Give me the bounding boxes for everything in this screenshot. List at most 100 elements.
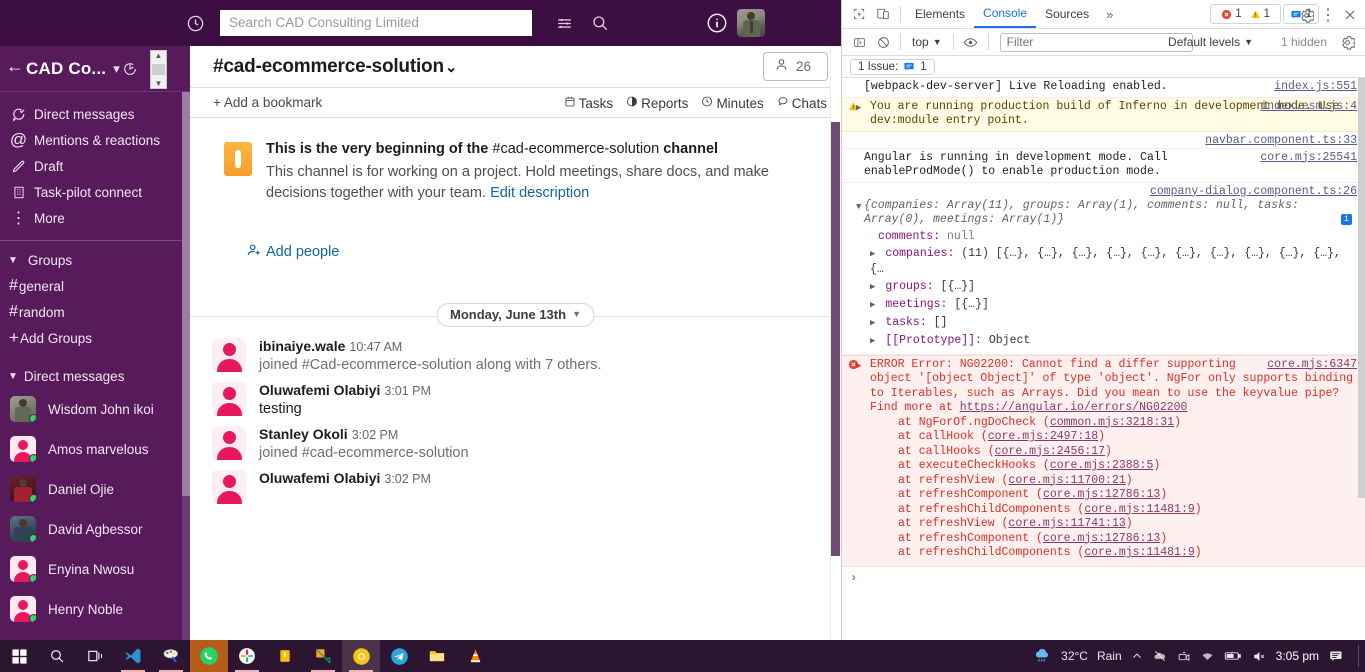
back-arrow-icon[interactable]: ← (6, 57, 24, 81)
battery-charging-icon[interactable] (1224, 650, 1242, 662)
explorer-button[interactable] (418, 640, 456, 672)
groups-section-header[interactable]: ▼ Groups (0, 247, 190, 273)
triangle-down-icon[interactable]: ▼ (8, 255, 18, 266)
members-button[interactable]: 26 (763, 52, 828, 81)
gear-icon[interactable] (1335, 30, 1359, 54)
channel-scrollbar-track[interactable] (830, 46, 841, 640)
expand-triangle-icon[interactable]: ▶ (870, 300, 875, 310)
keeper-button[interactable] (266, 640, 304, 672)
issue-chip[interactable]: 1 Issue: 1 (850, 58, 935, 75)
chevron-down-icon[interactable]: ▼ (572, 309, 581, 319)
vscode-button[interactable] (114, 640, 152, 672)
tool-chats[interactable]: Chats (777, 95, 827, 111)
clear-console-icon[interactable] (871, 30, 895, 54)
search-input[interactable] (220, 10, 532, 36)
message-author[interactable]: Oluwafemi Olabiyi (259, 382, 380, 398)
dm-item-david-agbessor[interactable]: David Agbessor (0, 509, 190, 549)
search-button[interactable] (38, 640, 76, 672)
add-people-button[interactable]: Add people (246, 242, 841, 262)
sidebar-item-task-pilot-connect[interactable]: Task-pilot connect (0, 179, 190, 205)
object-property[interactable]: ▶ meetings: [{…}] (864, 296, 1357, 314)
compose-icon[interactable] (122, 61, 138, 77)
filter-sliders-icon[interactable] (556, 15, 573, 32)
volume-muted-icon[interactable] (1251, 650, 1267, 663)
expand-triangle-icon[interactable]: ▶ (856, 101, 861, 116)
console-source-link[interactable]: index.js:551 (1274, 80, 1357, 95)
add-groups-button[interactable]: + Add Groups (0, 325, 190, 351)
telegram-button[interactable] (380, 640, 418, 672)
more-vertical-icon[interactable]: ⋮ (1316, 3, 1340, 27)
stack-link[interactable]: core.mjs:11481:9 (1084, 503, 1194, 516)
camera-icon[interactable] (1177, 650, 1191, 663)
date-divider-pill[interactable]: Monday, June 13th ▼ (436, 302, 595, 327)
expand-triangle-icon[interactable]: ▶ (870, 336, 875, 346)
sidebar-item-direct-messages[interactable]: Direct messages (0, 101, 190, 127)
close-icon[interactable] (1338, 3, 1362, 27)
dm-item-daniel-ojie[interactable]: Daniel Ojie (0, 469, 190, 509)
paint-button[interactable] (152, 640, 190, 672)
chevron-double-right-icon[interactable]: » (1098, 7, 1121, 22)
stack-link[interactable]: core.mjs:11741:13 (1008, 517, 1125, 530)
message-author[interactable]: Stanley Okoli (259, 426, 348, 442)
console-source-link[interactable]: index.esm.js:4 (1260, 100, 1357, 115)
tab-elements[interactable]: Elements (906, 0, 974, 28)
start-button[interactable] (0, 640, 38, 672)
console-source-link[interactable]: navbar.component.ts:33 (1205, 134, 1357, 149)
console-filter-input[interactable] (999, 32, 1193, 52)
console-warning-row[interactable]: ▶ You are running production build of In… (842, 97, 1365, 132)
message-author[interactable]: ibinaiye.wale (259, 338, 345, 354)
console-log-row[interactable]: [webpack-dev-server] Live Reloading enab… (842, 78, 1365, 98)
log-levels-selector[interactable]: Default levels ▼ (1168, 35, 1253, 49)
expand-triangle-icon[interactable]: ▶ (870, 318, 875, 328)
console-log-row[interactable]: Angular is running in development mode. … (842, 149, 1365, 183)
console-source-link[interactable]: company-dialog.component.ts:26 (1150, 185, 1357, 200)
stack-link[interactable]: core.mjs:11700:21 (1008, 474, 1125, 487)
info-badge-icon[interactable]: i (1340, 214, 1352, 225)
message-author[interactable]: Oluwafemi Olabiyi (259, 470, 380, 486)
edit-description-link[interactable]: Edit description (490, 185, 589, 201)
execution-context-selector[interactable]: top ▼ (906, 35, 948, 49)
expand-triangle-icon[interactable]: ▶ (870, 249, 875, 259)
stack-link[interactable]: core.mjs:12786:13 (1043, 532, 1160, 545)
dm-item-amos-marvelous[interactable]: Amos marvelous (0, 429, 190, 469)
object-property[interactable]: ▶ groups: [{…}] (864, 278, 1357, 296)
object-property[interactable]: ▶ companies: (11) [{…}, {…}, {…}, {…}, {… (864, 245, 1357, 278)
object-property[interactable]: ▶ [[Prototype]]: Object (864, 332, 1357, 350)
sidebar-channel-random[interactable]: # random (0, 299, 190, 325)
console-scrollbar-thumb[interactable] (1358, 78, 1365, 498)
scroll-up-arrow-icon[interactable]: ▲ (155, 52, 163, 60)
stack-link[interactable]: core.mjs:2497:18 (988, 430, 1098, 443)
history-clock-icon[interactable] (182, 10, 208, 36)
device-toolbar-icon[interactable] (871, 2, 895, 26)
scroll-down-arrow-icon[interactable]: ▼ (155, 80, 163, 88)
triangle-down-icon[interactable]: ▼ (8, 371, 18, 382)
onedrive-offline-icon[interactable] (1152, 649, 1168, 663)
console-source-link[interactable]: core.mjs:6347 (1267, 358, 1357, 373)
chevron-up-icon[interactable] (1131, 650, 1143, 662)
dm-item-enyina-nwosu[interactable]: Enyina Nwosu (0, 549, 190, 589)
channel-scrollbar-thumb[interactable] (831, 122, 840, 556)
expand-triangle-icon[interactable]: ▼ (856, 200, 861, 215)
error-counter[interactable]: 1 (1217, 8, 1245, 20)
task-view-button[interactable] (76, 640, 114, 672)
console-error-row[interactable]: ▶ core.mjs:6347 ERROR Error: NG02200: Ca… (842, 354, 1365, 567)
xd-button[interactable] (304, 640, 342, 672)
inspect-element-icon[interactable] (847, 2, 871, 26)
tool-minutes[interactable]: Minutes (701, 95, 764, 111)
taskbar-clock[interactable]: 3:05 pm (1276, 649, 1319, 663)
console-log-row[interactable]: navbar.component.ts:33 (842, 132, 1365, 149)
slack-button[interactable] (228, 640, 266, 672)
console-sidebar-icon[interactable] (847, 30, 871, 54)
stack-link[interactable]: core.mjs:11481:9 (1084, 546, 1194, 559)
dm-item-henry-noble[interactable]: Henry Noble (0, 589, 190, 629)
workspace-header[interactable]: ← CAD Co... ▾ ▲ ▼ (0, 46, 190, 92)
add-bookmark-button[interactable]: + Add a bookmark (213, 95, 322, 110)
workspace-mini-scrollbar[interactable]: ▲ ▼ (150, 50, 167, 89)
tab-sources[interactable]: Sources (1036, 0, 1098, 28)
stack-link[interactable]: core.mjs:2388:5 (1050, 459, 1154, 472)
console-object-row[interactable]: company-dialog.component.ts:26 ▼ {compan… (842, 183, 1365, 355)
console-prompt[interactable]: › (842, 567, 1365, 589)
console-scrollbar-track[interactable] (1358, 78, 1365, 640)
tool-reports[interactable]: Reports (626, 95, 688, 111)
gear-icon[interactable] (1294, 3, 1318, 27)
